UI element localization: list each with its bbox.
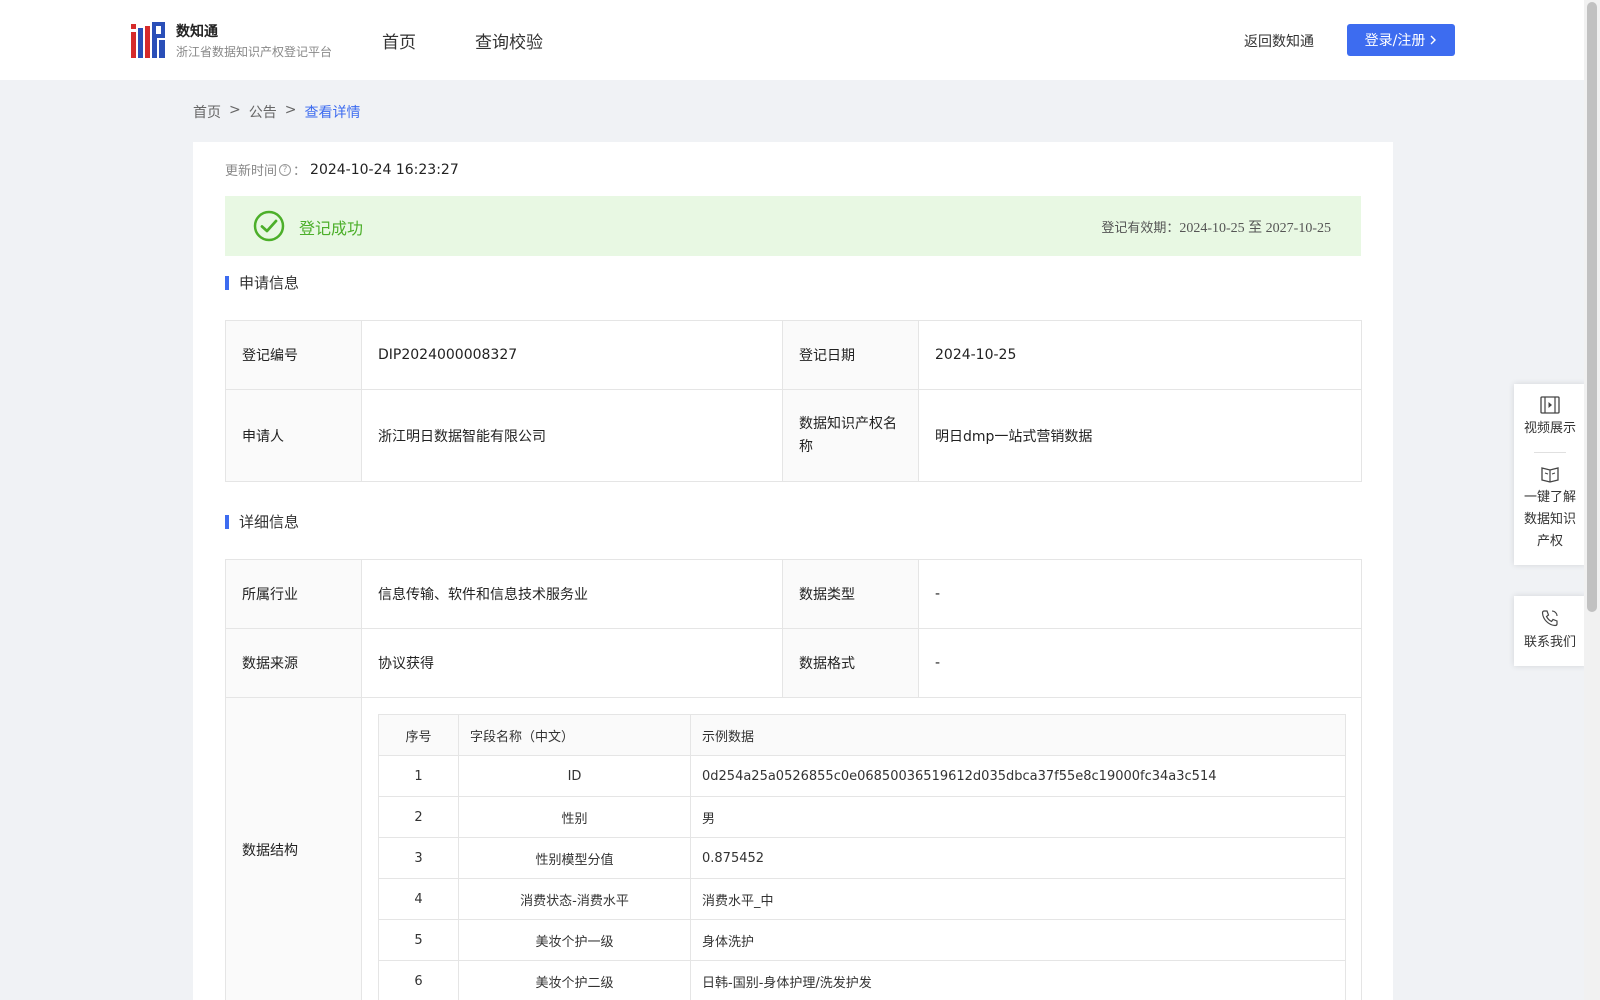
breadcrumb: 首页 > 公告 > 查看详情 [193,102,360,122]
table-row: 1 ID 0d254a25a0526855c0e06850036519612d0… [378,755,1346,797]
scrollbar-thumb[interactable] [1587,2,1597,612]
value-data-format: - [918,628,1362,698]
video-icon [1540,396,1560,414]
learn-line-2: 数据知识 [1523,512,1576,527]
table-row: 4 消费状态-消费水平 消费水平_中 [378,878,1346,920]
nav-home[interactable]: 首页 [382,28,416,53]
logo-icon[interactable] [131,22,165,58]
brand-title: 数知通 [176,24,218,40]
breadcrumb-notice[interactable]: 公告 [249,102,277,122]
detail-card: 更新时间 ? ： 2024-10-24 16:23:27 登记成功 登记有效期：… [193,142,1393,1000]
table-row: 登记编号 DIP2024000008327 登记日期 2024-10-25 [225,320,1362,390]
learn-line-3: 产权 [1536,534,1563,549]
learn-line-1: 一键了解 [1523,490,1576,505]
value-industry: 信息传输、软件和信息技术服务业 [361,559,783,629]
value-data-source: 协议获得 [361,628,783,698]
details-table: 所属行业 信息传输、软件和信息技术服务业 数据类型 - 数据来源 协议获得 数据… [225,559,1362,1000]
structure-cell: 序号 字段名称（中文） 示例数据 1 ID 0d254a25a0526855c0… [361,697,1362,1000]
learn-ip-button[interactable]: 一键了解 数据知识 产权 [1514,453,1586,565]
cell-field: 美妆个护一级 [458,919,691,961]
table-row: 6 美妆个护二级 日韩-国别-身体护理/洗发护发 [378,960,1346,1000]
value-reg-date: 2024-10-25 [918,320,1362,390]
table-row: 5 美妆个护一级 身体洗护 [378,919,1346,961]
update-time-colon: ： [293,164,307,179]
label-reg-no: 登记编号 [225,320,362,390]
book-icon [1541,467,1559,483]
back-link[interactable]: 返回数知通 [1244,31,1314,51]
label-ip-name: 数据知识产权名称 [782,389,919,482]
structure-header-row: 序号 字段名称（中文） 示例数据 [378,714,1346,756]
update-time-value: 2024-10-24 16:23:27 [310,161,459,178]
label-applicant: 申请人 [225,389,362,482]
update-time-label: 更新时间 [225,164,278,179]
col-header-field: 字段名称（中文） [458,714,691,756]
brand-subtitle: 浙江省数据知识产权登记平台 [176,45,333,59]
breadcrumb-separator: > [229,102,241,118]
value-reg-no: DIP2024000008327 [361,320,783,390]
question-icon[interactable]: ? [279,163,292,176]
col-header-sample: 示例数据 [690,714,1346,756]
table-row: 数据来源 协议获得 数据格式 - [225,628,1362,698]
breadcrumb-home[interactable]: 首页 [193,102,221,122]
cell-field: 美妆个护二级 [458,960,691,1000]
check-circle-icon [253,210,285,242]
table-row: 申请人 浙江明日数据智能有限公司 数据知识产权名称 明日dmp一站式营销数据 [225,389,1362,482]
col-header-no: 序号 [378,714,459,756]
nav-query-verify[interactable]: 查询校验 [475,28,543,53]
cell-field: ID [458,755,691,797]
value-ip-name: 明日dmp一站式营销数据 [918,389,1362,482]
table-row: 2 性别 男 [378,796,1346,838]
validity-label: 登记有效期： [1101,221,1180,236]
cell-sample: 消费水平_中 [690,878,1346,920]
login-register-button[interactable]: 登录/注册 [1347,24,1455,56]
label-data-type: 数据类型 [782,559,919,629]
phone-icon [1541,610,1558,627]
side-panel-contact: 联系我们 [1514,596,1586,666]
validity-period: 登记有效期：2024-10-25 至 2027-10-25 [1101,217,1331,237]
breadcrumb-current: 查看详情 [304,105,361,121]
side-panel-help: 视频展示 一键了解 数据知识 产权 [1514,384,1586,565]
label-industry: 所属行业 [225,559,362,629]
breadcrumb-separator: > [284,102,297,118]
section-application-title: 申请信息 [225,276,299,291]
cell-no: 3 [378,837,459,879]
label-data-structure: 数据结构 [225,697,362,1000]
structure-table: 序号 字段名称（中文） 示例数据 1 ID 0d254a25a0526855c0… [378,714,1346,1000]
label-data-format: 数据格式 [782,628,919,698]
status-banner: 登记成功 登记有效期：2024-10-25 至 2027-10-25 [225,196,1361,256]
cell-field: 性别 [458,796,691,838]
value-applicant: 浙江明日数据智能有限公司 [361,389,783,482]
cell-no: 2 [378,796,459,838]
validity-value: 2024-10-25 至 2027-10-25 [1179,221,1331,236]
login-label: 登录/注册 [1364,33,1426,49]
cell-sample: 日韩-国别-身体护理/洗发护发 [690,960,1346,1000]
chevron-right-icon [1430,35,1437,45]
application-table: 登记编号 DIP2024000008327 登记日期 2024-10-25 申请… [225,320,1362,482]
cell-no: 1 [378,755,459,797]
cell-no: 6 [378,960,459,1000]
cell-sample: 0.875452 [690,837,1346,879]
cell-no: 4 [378,878,459,920]
label-reg-date: 登记日期 [782,320,919,390]
table-row: 所属行业 信息传输、软件和信息技术服务业 数据类型 - [225,559,1362,629]
cell-field: 性别模型分值 [458,837,691,879]
cell-field: 消费状态-消费水平 [458,878,691,920]
video-label: 视频展示 [1523,421,1576,436]
scrollbar[interactable] [1584,0,1600,1000]
cell-no: 5 [378,919,459,961]
cell-sample: 0d254a25a0526855c0e06850036519612d035dbc… [690,755,1346,797]
contact-label: 联系我们 [1523,635,1576,650]
top-header: 数知通 浙江省数据知识产权登记平台 首页 查询校验 返回数知通 登录/注册 [0,0,1584,80]
value-data-type: - [918,559,1362,629]
cell-sample: 身体洗护 [690,919,1346,961]
update-time: 更新时间 ? ： 2024-10-24 16:23:27 [225,160,459,180]
contact-us-button[interactable]: 联系我们 [1514,596,1586,666]
section-details-title: 详细信息 [225,515,299,530]
cell-sample: 男 [690,796,1346,838]
table-row: 3 性别模型分值 0.875452 [378,837,1346,879]
status-text: 登记成功 [299,219,364,238]
video-showcase-button[interactable]: 视频展示 [1514,384,1586,452]
label-data-source: 数据来源 [225,628,362,698]
table-row: 数据结构 序号 字段名称（中文） 示例数据 1 ID 0d254a25a0526… [225,697,1362,1000]
